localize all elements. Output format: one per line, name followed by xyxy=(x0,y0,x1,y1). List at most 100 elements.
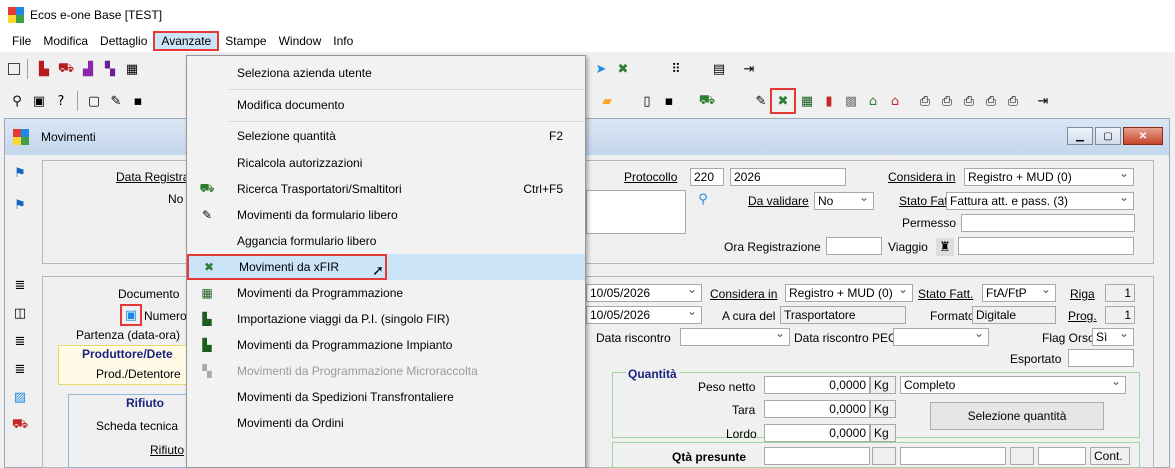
flag-orso-select[interactable]: Sì xyxy=(1092,328,1134,346)
home-icon[interactable]: ⌂ xyxy=(864,92,882,110)
truck-red-icon[interactable]: ⛟ xyxy=(57,60,75,78)
runner-icon[interactable]: ⚑ xyxy=(11,164,29,182)
folder-icon[interactable]: ▰ xyxy=(598,92,616,110)
home2-icon[interactable]: ⌂ xyxy=(886,92,904,110)
selezione-quantita-button[interactable]: Selezione quantità xyxy=(930,402,1104,430)
menu-item-programmazione-impianto[interactable]: ▙ Movimenti da Programmazione Impianto xyxy=(187,332,585,358)
search-icon[interactable]: ⚲ xyxy=(694,190,712,208)
esportato-field[interactable] xyxy=(1068,349,1134,367)
help-icon[interactable]: ? xyxy=(52,92,70,110)
menu-dettaglio[interactable]: Dettaglio xyxy=(94,31,153,51)
rifiuto-label[interactable]: Rifiuto xyxy=(150,443,184,457)
doc-icon[interactable]: ▦ xyxy=(123,60,141,78)
lordo-field[interactable]: 0,0000 xyxy=(764,424,870,442)
print4-icon[interactable]: ⎙ xyxy=(982,92,1000,110)
stato-fatt-mid-select[interactable]: FtA/FtP xyxy=(982,284,1056,302)
prog-label[interactable]: Prog. xyxy=(1068,309,1097,323)
build-icon[interactable]: ▚ xyxy=(101,60,119,78)
date-field-1[interactable]: 10/05/2026 xyxy=(586,284,702,302)
menu-item-aggancia-formulario[interactable]: Aggancia formulario libero xyxy=(187,228,585,254)
print1-icon[interactable]: ⎙ xyxy=(916,92,934,110)
considera-in-select[interactable]: Registro + MUD (0) xyxy=(964,168,1134,186)
form-icon[interactable]: ✎ xyxy=(752,92,770,110)
truck-icon[interactable]: ⛟ xyxy=(698,92,716,110)
menu-item-ricalcola-autorizzazioni[interactable]: Ricalcola autorizzazioni xyxy=(187,150,585,176)
plant-icon[interactable]: ▟ xyxy=(79,60,97,78)
menu-stampe[interactable]: Stampe xyxy=(219,31,272,51)
menu-item-movimenti-formulario-libero[interactable]: ✎ Movimenti da formulario libero xyxy=(187,202,585,228)
arrow-icon[interactable]: ➤ xyxy=(592,60,610,78)
menu-modifica[interactable]: Modifica xyxy=(37,31,94,51)
print2-icon[interactable]: ⎙ xyxy=(938,92,956,110)
menu-item-seleziona-azienda[interactable]: Seleziona azienda utente xyxy=(187,60,585,86)
menu-file[interactable]: File xyxy=(6,31,37,51)
menu-info[interactable]: Info xyxy=(327,31,359,51)
preview-icon[interactable]: ▣ xyxy=(30,92,48,110)
numero-icon[interactable]: ▣ xyxy=(120,304,142,326)
menu-item-movimenti-programmazione[interactable]: ▦ Movimenti da Programmazione xyxy=(187,280,585,306)
new-icon[interactable]: ▢ xyxy=(85,92,103,110)
data-riscontro-field[interactable] xyxy=(680,328,790,346)
riga-label[interactable]: Riga xyxy=(1070,287,1095,301)
window-icon[interactable] xyxy=(8,63,20,75)
book-open-icon[interactable]: ◫ xyxy=(11,304,29,322)
da-validare-label[interactable]: Da validare xyxy=(748,194,809,208)
grid2-icon[interactable]: ▩ xyxy=(842,92,860,110)
runner2-icon[interactable]: ⚑ xyxy=(11,196,29,214)
date-field-2[interactable]: 10/05/2026 xyxy=(586,306,702,324)
data-riscontro-pec-field[interactable] xyxy=(893,328,989,346)
xfir-toolbar-icon[interactable]: ✖ xyxy=(770,88,796,114)
considera-in-label[interactable]: Considera in xyxy=(888,170,955,184)
qta-presunte-field-2[interactable] xyxy=(900,447,1006,465)
viaggio-icon[interactable]: ♜ xyxy=(936,238,954,256)
minimize-button[interactable]: ▁ xyxy=(1067,127,1093,145)
permesso-field[interactable] xyxy=(961,214,1135,232)
map-icon[interactable]: ▤ xyxy=(710,60,728,78)
grid-icon[interactable]: ⠿ xyxy=(667,60,685,78)
viaggio-field[interactable] xyxy=(958,237,1134,255)
list3-icon[interactable]: ≣ xyxy=(11,360,29,378)
pin-icon[interactable]: ⚲ xyxy=(8,92,26,110)
stato-fatt-select[interactable]: Fattura att. e pass. (3) xyxy=(946,192,1134,210)
menu-avanzate[interactable]: Avanzate xyxy=(153,31,220,51)
stato-fatt-mid-label[interactable]: Stato Fatt. xyxy=(918,287,973,301)
qta-presunte-field-3[interactable] xyxy=(1038,447,1086,465)
tara-field[interactable]: 0,0000 xyxy=(764,400,870,418)
considera-in-mid-select[interactable]: Registro + MUD (0) xyxy=(785,284,913,302)
menu-item-movimenti-ordini[interactable]: Movimenti da Ordini xyxy=(187,410,585,436)
menu-item-movimenti-xfir[interactable]: ✖ Movimenti da xFIR ➚ xyxy=(187,254,387,280)
xfir-icon[interactable]: ✖ xyxy=(614,60,632,78)
menu-window[interactable]: Window xyxy=(273,31,328,51)
truck-red-side-icon[interactable]: ⛟ xyxy=(11,416,29,434)
protocollo-year[interactable]: 2026 xyxy=(730,168,846,186)
notes-field[interactable] xyxy=(586,190,686,234)
da-validare-select[interactable]: No xyxy=(814,192,874,210)
ora-registrazione-field[interactable] xyxy=(826,237,882,255)
menu-item-spedizioni-transfrontaliere[interactable]: Movimenti da Spedizioni Transfrontaliere xyxy=(187,384,585,410)
protocollo-label[interactable]: Protocollo xyxy=(624,170,677,184)
stripes-icon[interactable]: ▨ xyxy=(11,388,29,406)
protocollo-num[interactable]: 220 xyxy=(690,168,724,186)
considera-in-mid-label[interactable]: Considera in xyxy=(710,287,777,301)
list2-icon[interactable]: ≣ xyxy=(11,332,29,350)
bars-icon[interactable]: ▮ xyxy=(820,92,838,110)
save-icon[interactable]: ▪ xyxy=(129,92,147,110)
close-button[interactable]: ✕ xyxy=(1123,127,1163,145)
exit2-icon[interactable]: ⇥ xyxy=(1034,92,1052,110)
data-registra-label[interactable]: Data Registra xyxy=(116,170,189,184)
calendar-icon[interactable]: ▦ xyxy=(798,92,816,110)
peso-netto-field[interactable]: 0,0000 xyxy=(764,376,870,394)
menu-item-importazione-viaggi[interactable]: ▙ Importazione viaggi da P.I. (singolo FI… xyxy=(187,306,585,332)
print5-icon[interactable]: ⎙ xyxy=(1004,92,1022,110)
print3-icon[interactable]: ⎙ xyxy=(960,92,978,110)
qta-presunte-field[interactable] xyxy=(764,447,870,465)
edit-icon[interactable]: ✎ xyxy=(107,92,125,110)
factory-icon[interactable]: ▙ xyxy=(35,60,53,78)
menu-item-ricerca-trasportatori[interactable]: ⛟ Ricerca Trasportatori/Smaltitori Ctrl+F5 xyxy=(187,176,585,202)
maximize-button[interactable]: ▢ xyxy=(1095,127,1121,145)
disk-icon[interactable]: ▪ xyxy=(660,92,678,110)
menu-item-selezione-quantita[interactable]: Selezione quantità F2 xyxy=(187,123,585,149)
list-icon[interactable]: ≣ xyxy=(11,276,29,294)
exit-icon[interactable]: ⇥ xyxy=(740,60,758,78)
menu-item-modifica-documento[interactable]: Modifica documento xyxy=(187,92,585,118)
